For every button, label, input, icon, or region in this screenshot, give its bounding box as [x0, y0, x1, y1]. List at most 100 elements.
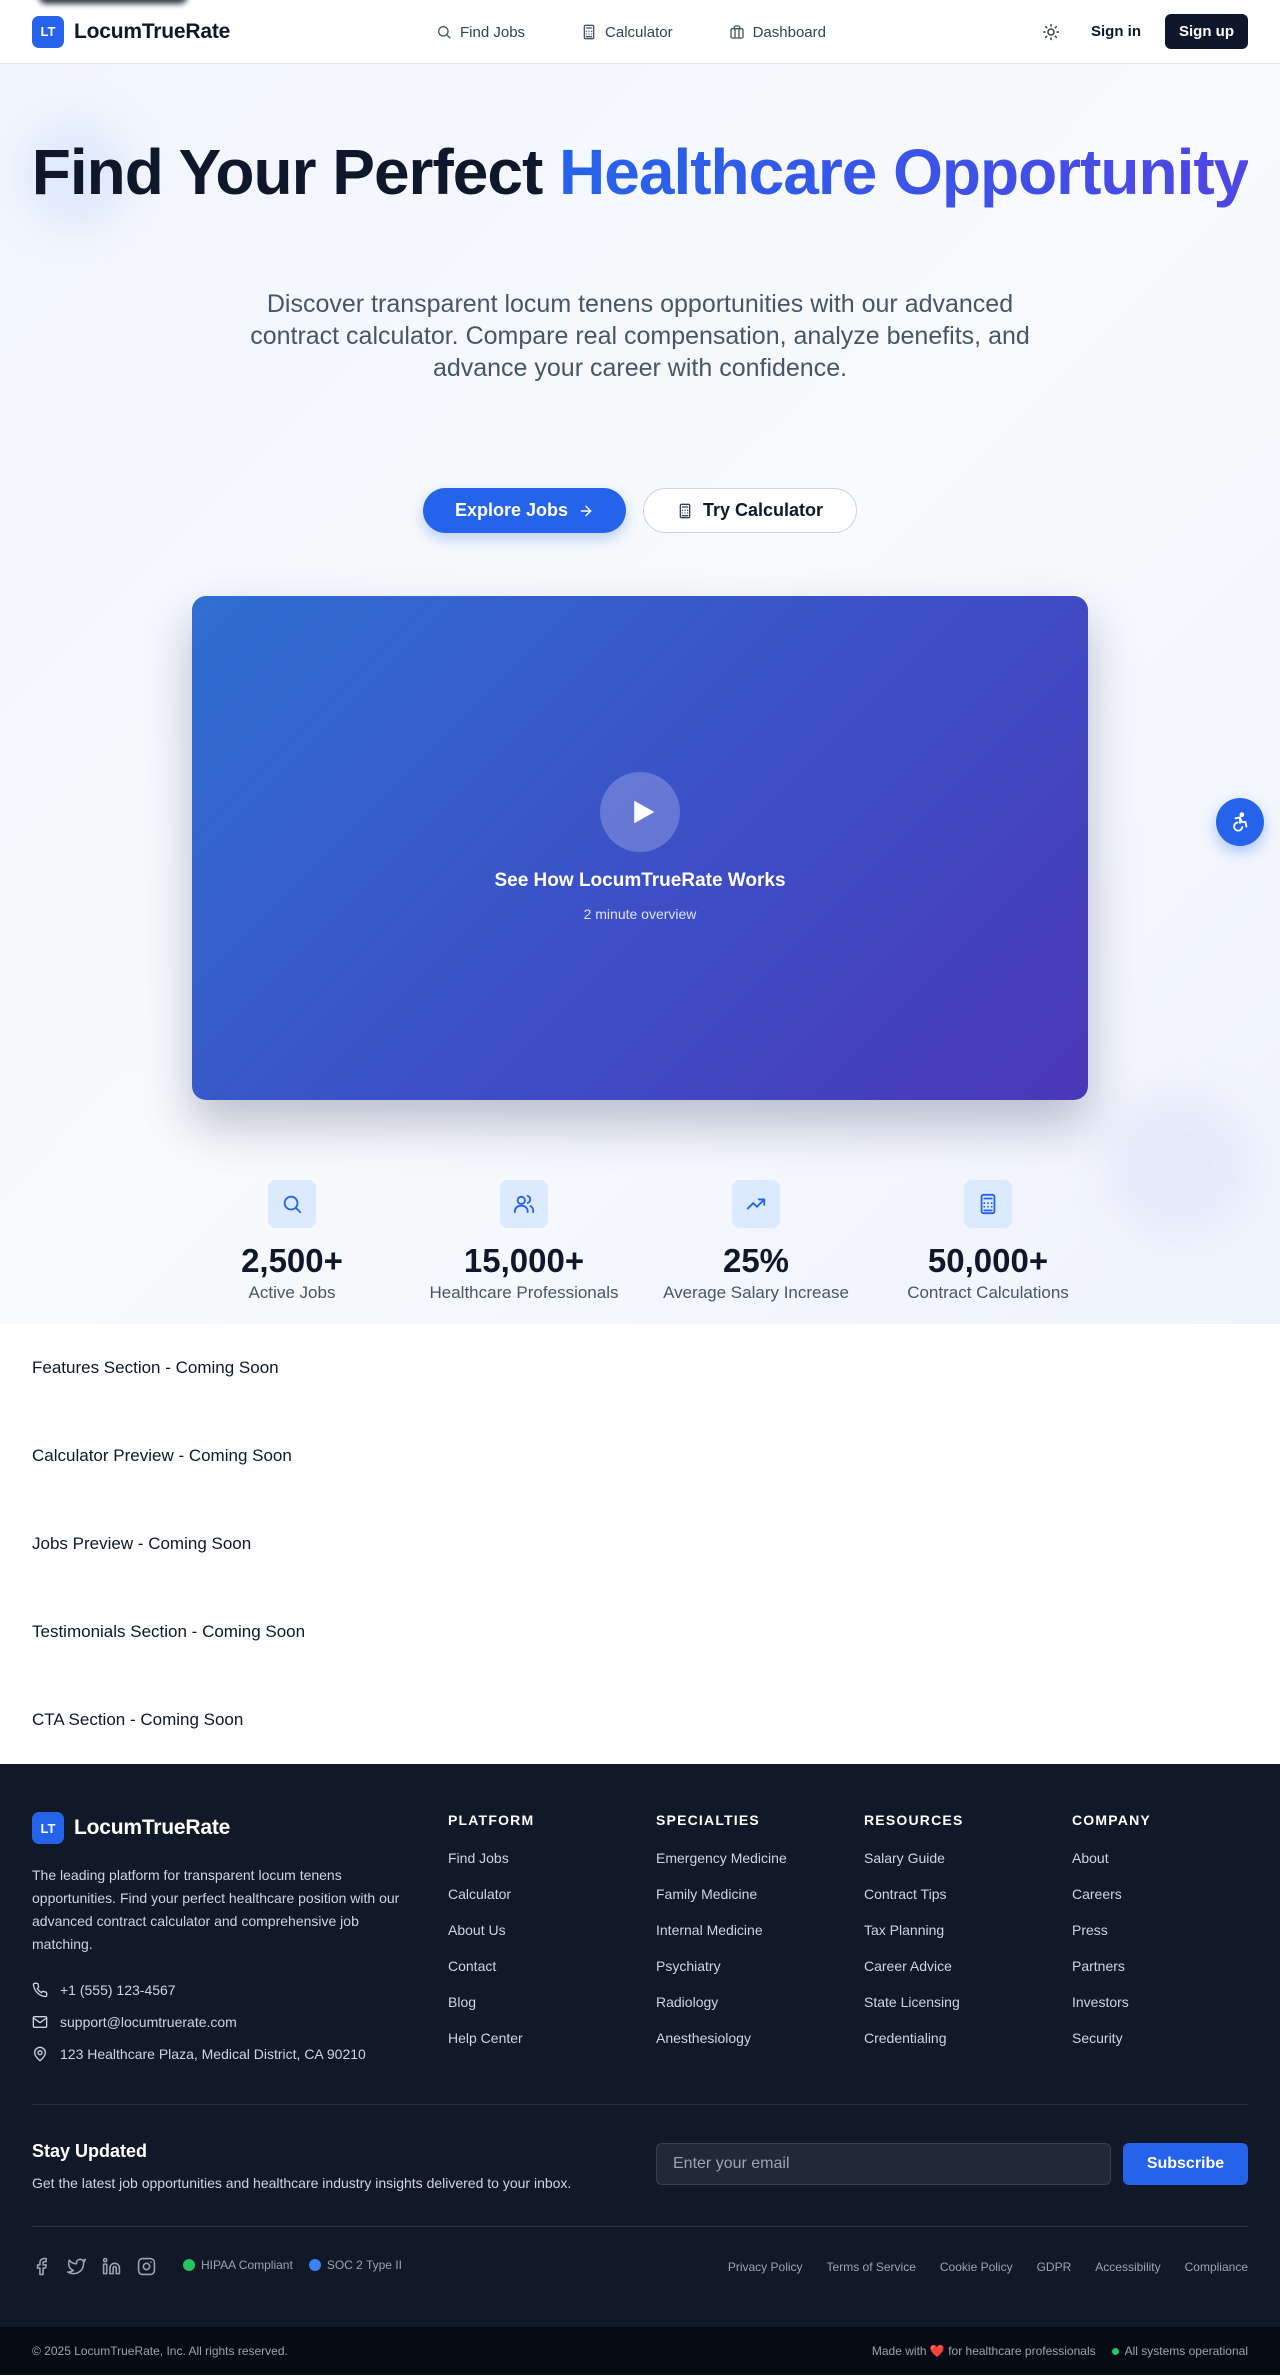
play-icon [623, 797, 658, 827]
footer-link[interactable]: Calculator [448, 1876, 648, 1912]
sign-in-button[interactable]: Sign in [1091, 23, 1141, 40]
search-icon [268, 1180, 316, 1228]
footer-link[interactable]: Press [1072, 1912, 1272, 1948]
hero-title-accent: Healthcare Opportunity [559, 136, 1249, 208]
explore-jobs-button[interactable]: Explore Jobs [422, 488, 626, 533]
linkedin-icon[interactable] [102, 2257, 121, 2276]
twitter-icon[interactable] [67, 2257, 86, 2276]
button-label: Explore Jobs [454, 500, 568, 520]
footer-link[interactable]: Careers [1072, 1876, 1272, 1912]
footer-link[interactable]: Find Jobs [448, 1840, 648, 1876]
decorative-blob [1108, 1094, 1248, 1234]
demo-video-card[interactable]: See How LocumTrueRate Works 2 minute ove… [192, 596, 1088, 1100]
footer-link[interactable]: Psychiatry [656, 1948, 856, 1984]
contact-text: 123 Healthcare Plaza, Medical District, … [60, 2046, 366, 2062]
footer-link[interactable]: Anesthesiology [656, 2020, 856, 2056]
footer-link[interactable]: Radiology [656, 1984, 856, 2020]
contact-text: support@locumtruerate.com [60, 2014, 237, 2030]
footer-link[interactable]: Partners [1072, 1948, 1272, 1984]
footer-link[interactable]: About [1072, 1840, 1272, 1876]
legal-link-privacy[interactable]: Privacy Policy [728, 2260, 803, 2274]
footer-link[interactable]: Emergency Medicine [656, 1840, 856, 1876]
footer-brand-name: LocumTrueRate [74, 1816, 231, 1839]
footer-brand[interactable]: LT LocumTrueRate [32, 1812, 230, 1844]
footer-bottom-links: HIPAA Compliant SOC 2 Type II Privacy Po… [0, 2227, 1280, 2327]
footer-link[interactable]: Internal Medicine [656, 1912, 856, 1948]
footer-link[interactable]: Contact [448, 1948, 648, 1984]
status-text: All systems operational [1124, 2344, 1248, 2358]
play-button[interactable] [600, 772, 680, 852]
sun-icon [1042, 23, 1060, 41]
instagram-icon[interactable] [137, 2257, 156, 2276]
brand-logo-link[interactable]: LT LocumTrueRate [32, 15, 230, 48]
placeholder-sections: Features Section - Coming Soon Calculato… [0, 1324, 1280, 1764]
footer-contacts: +1 (555) 123-4567 support@locumtruerate.… [32, 1974, 366, 2070]
footer-link[interactable]: About Us [448, 1912, 648, 1948]
video-duration: 2 minute overview [583, 906, 697, 922]
footer-link[interactable]: Help Center [448, 2020, 648, 2056]
try-calculator-button[interactable]: Try Calculator [643, 488, 858, 533]
stat-value: 15,000+ [463, 1242, 585, 1279]
status-dot [183, 2259, 195, 2271]
cta-placeholder: CTA Section - Coming Soon [32, 1710, 244, 1729]
calculator-icon [581, 24, 597, 40]
social-links [32, 2257, 156, 2276]
footer-link[interactable]: Credentialing [864, 2020, 1064, 2056]
footer-column-company: COMPANY About Careers Press Partners Inv… [1072, 1812, 1272, 2056]
status-dot [1111, 2347, 1119, 2355]
sign-up-button[interactable]: Sign up [1165, 14, 1248, 49]
footer-description: The leading platform for transparent loc… [32, 1867, 400, 1952]
footer-link[interactable]: Salary Guide [864, 1840, 1064, 1876]
calculator-icon [964, 1180, 1012, 1228]
compliance-badges: HIPAA Compliant SOC 2 Type II [183, 2258, 402, 2272]
copyright-right: Made with ❤️ for healthcare professional… [872, 2344, 1248, 2358]
nav-dashboard[interactable]: Dashboard [729, 24, 826, 41]
legal-link-gdpr[interactable]: GDPR [1037, 2260, 1072, 2274]
legal-link-accessibility[interactable]: Accessibility [1095, 2260, 1160, 2274]
badge-hipaa: HIPAA Compliant [183, 2258, 293, 2272]
accessibility-button[interactable] [1216, 798, 1264, 846]
search-icon [436, 24, 452, 40]
contact-address: 123 Healthcare Plaza, Medical District, … [32, 2038, 366, 2070]
subscribe-button[interactable]: Subscribe [1123, 2143, 1248, 2185]
footer-link[interactable]: State Licensing [864, 1984, 1064, 2020]
site-footer: LT LocumTrueRate The leading platform fo… [0, 1764, 1280, 2375]
facebook-icon[interactable] [32, 2257, 51, 2276]
nav-calculator[interactable]: Calculator [581, 24, 673, 41]
footer-link[interactable]: Career Advice [864, 1948, 1064, 1984]
users-icon [500, 1180, 548, 1228]
main-nav: Find Jobs Calculator Dashboard [436, 0, 826, 64]
footer-link[interactable]: Blog [448, 1984, 648, 2020]
legal-link-terms[interactable]: Terms of Service [827, 2260, 916, 2274]
footer-link[interactable]: Investors [1072, 1984, 1272, 2020]
site-header: LT LocumTrueRate Find Jobs Calculator Da… [0, 0, 1280, 64]
footer-link[interactable]: Family Medicine [656, 1876, 856, 1912]
logo-mark: LT [32, 15, 64, 48]
newsletter-text: Get the latest job opportunities and hea… [32, 2175, 572, 2191]
copyright-bar: © 2025 LocumTrueRate, Inc. All rights re… [0, 2327, 1280, 2375]
stat-label: Healthcare Professionals [429, 1283, 619, 1302]
footer-link[interactable]: Tax Planning [864, 1912, 1064, 1948]
footer-link[interactable]: Contract Tips [864, 1876, 1064, 1912]
contact-phone[interactable]: +1 (555) 123-4567 [32, 1974, 366, 2006]
system-status: All systems operational [1111, 2344, 1248, 2358]
trending-up-icon [732, 1180, 780, 1228]
mail-icon [32, 2014, 48, 2030]
hero-subtitle: Discover transparent locum tenens opport… [250, 290, 1030, 382]
badge-label: SOC 2 Type II [326, 2258, 402, 2272]
notification-toast-edge [38, 0, 188, 4]
hero-title-main: Find Your Perfect [31, 136, 560, 208]
footer-link[interactable]: Security [1072, 2020, 1272, 2056]
legal-link-compliance[interactable]: Compliance [1185, 2260, 1248, 2274]
stat-calculations: 50,000+ Contract Calculations [872, 1180, 1104, 1303]
logo-mark: LT [32, 1812, 64, 1844]
arrow-right-icon [578, 503, 594, 519]
accessibility-icon [1229, 811, 1251, 833]
theme-toggle-button[interactable] [1035, 16, 1067, 48]
legal-link-cookies[interactable]: Cookie Policy [940, 2260, 1013, 2274]
stat-active-jobs: 2,500+ Active Jobs [176, 1180, 408, 1303]
newsletter-email-input[interactable] [656, 2143, 1111, 2185]
map-pin-icon [32, 2046, 48, 2062]
contact-email[interactable]: support@locumtruerate.com [32, 2006, 366, 2038]
nav-find-jobs[interactable]: Find Jobs [436, 24, 525, 41]
